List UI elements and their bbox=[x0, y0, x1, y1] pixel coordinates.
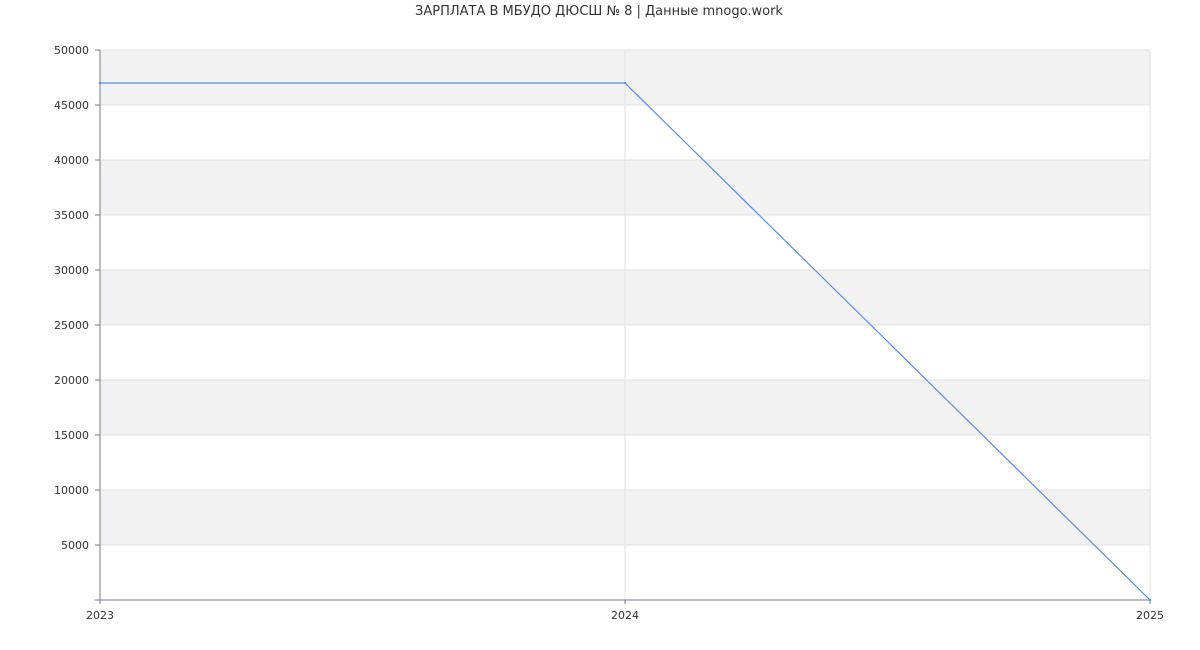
y-tick-label: 50000 bbox=[54, 44, 89, 57]
y-tick-label: 5000 bbox=[61, 539, 89, 552]
chart-area: 5000 10000 15000 20000 25000 30000 35000 40000 4… bbox=[54, 44, 1164, 622]
y-tick-label: 30000 bbox=[54, 264, 89, 277]
y-tick-label: 25000 bbox=[54, 319, 89, 332]
x-tick-label: 2024 bbox=[611, 609, 639, 622]
data-point bbox=[623, 81, 627, 85]
data-point bbox=[1148, 598, 1152, 602]
x-tick-label: 2023 bbox=[86, 609, 114, 622]
data-point bbox=[98, 81, 102, 85]
y-tick-label: 10000 bbox=[54, 484, 89, 497]
y-tick-label: 20000 bbox=[54, 374, 89, 387]
y-tick-label: 45000 bbox=[54, 99, 89, 112]
y-tick-label: 40000 bbox=[54, 154, 89, 167]
y-tick-label: 35000 bbox=[54, 209, 89, 222]
y-tick-label: 15000 bbox=[54, 429, 89, 442]
x-tick-label: 2025 bbox=[1136, 609, 1164, 622]
